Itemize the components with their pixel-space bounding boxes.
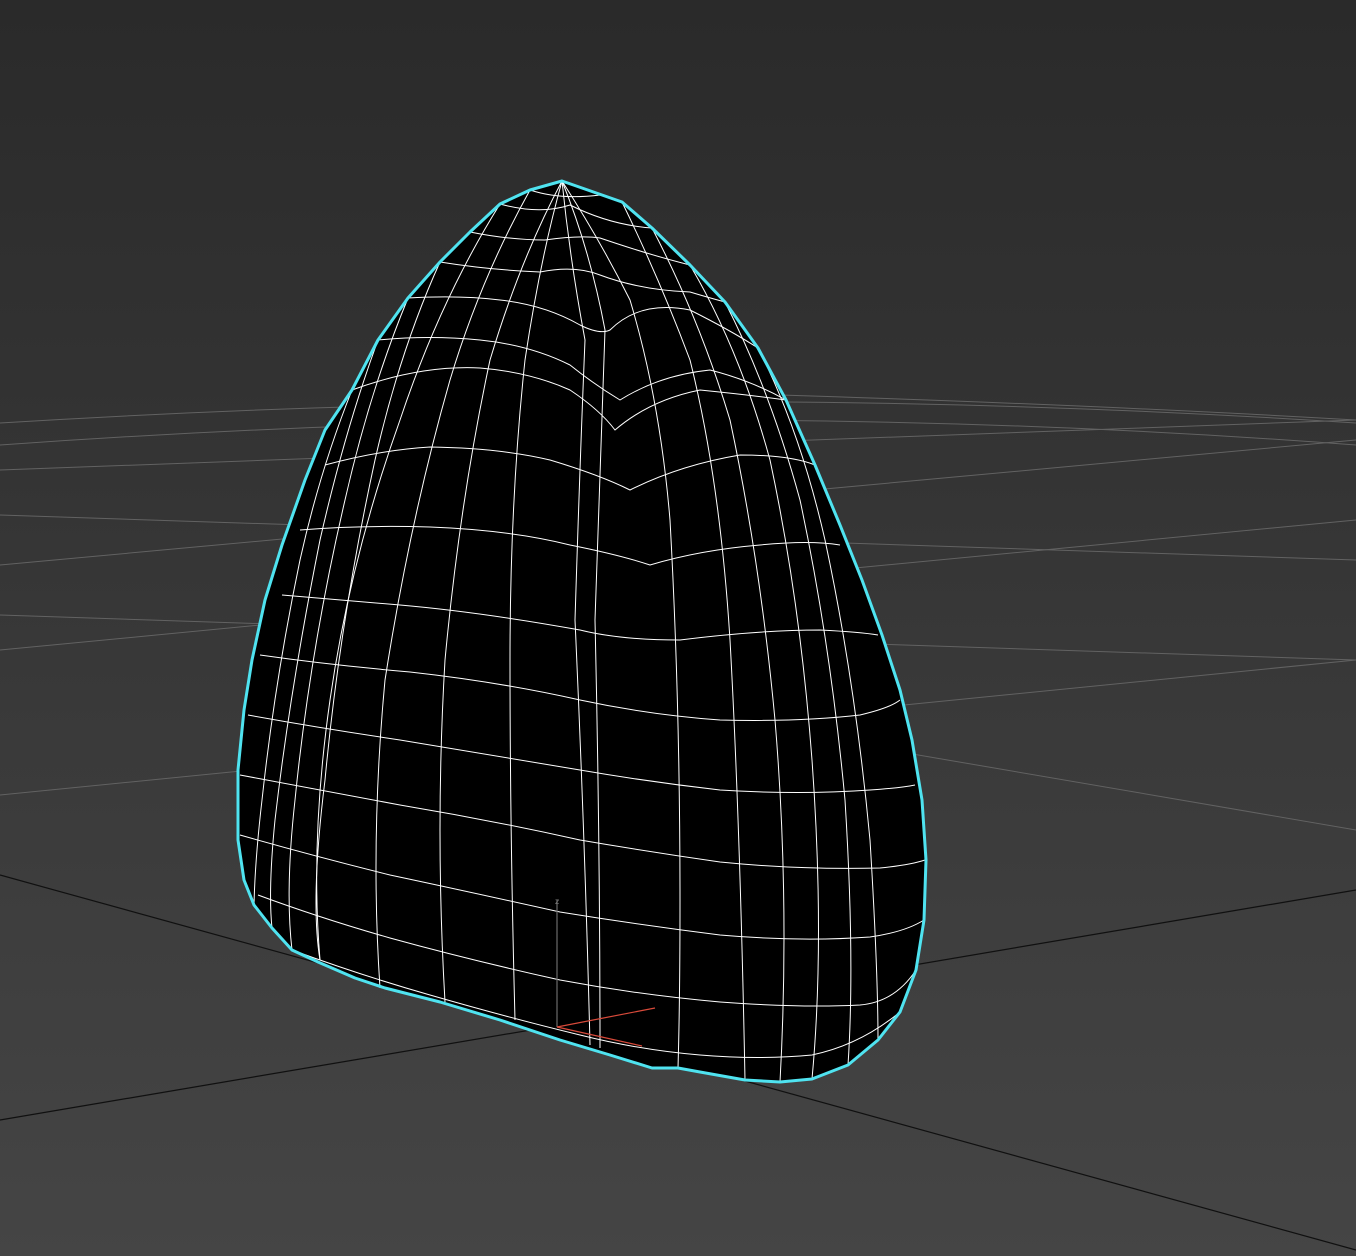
viewport-scene[interactable]: z: [0, 0, 1356, 1256]
grid-line: [859, 744, 1356, 831]
grid-line: [779, 394, 1356, 421]
3d-viewport[interactable]: z: [0, 0, 1356, 1256]
gizmo-z-label: z: [555, 897, 559, 906]
mesh-object[interactable]: [236, 179, 928, 1084]
